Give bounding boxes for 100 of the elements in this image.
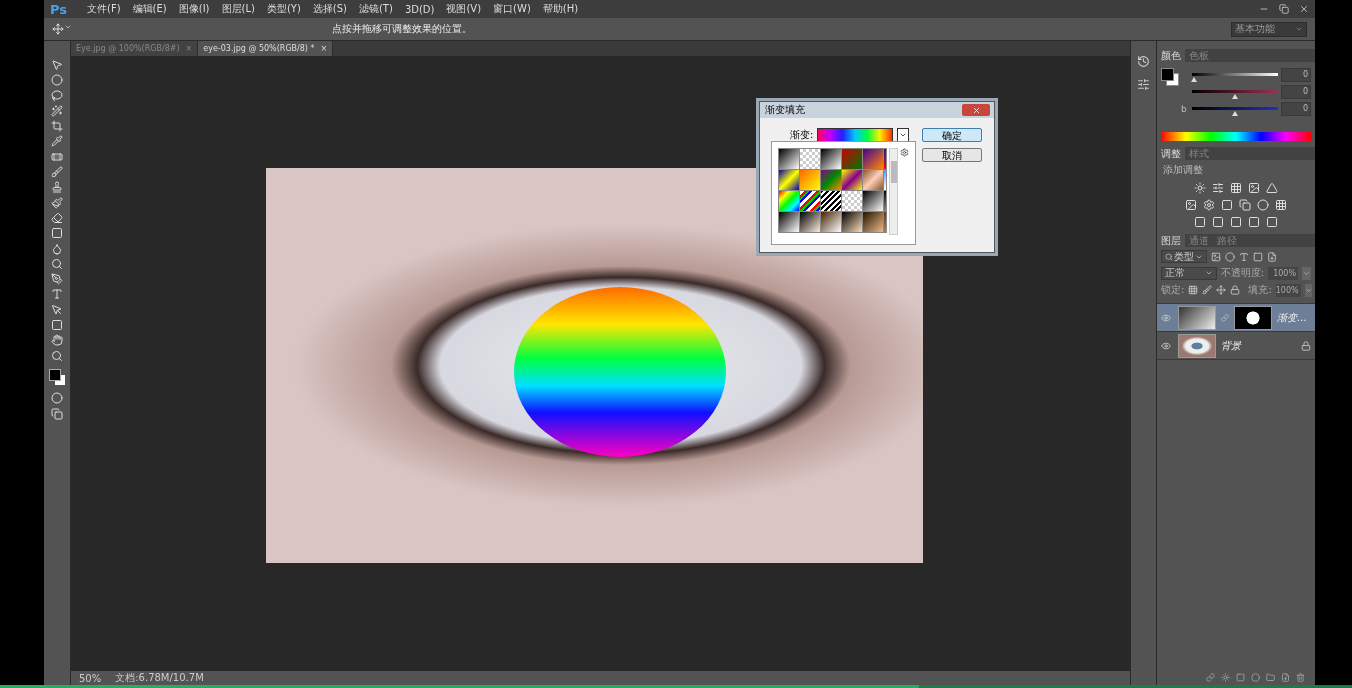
value-field[interactable]: 0 <box>1281 101 1311 116</box>
adjustment-icon[interactable] <box>1212 182 1224 194</box>
history-icon[interactable] <box>1137 55 1150 68</box>
adjustment-icon[interactable] <box>1239 199 1251 211</box>
menu-item[interactable]: 类型(Y) <box>266 2 301 16</box>
color-spectrum[interactable] <box>1161 132 1311 141</box>
panel-tab[interactable]: 调整 <box>1157 147 1185 160</box>
gradient-swatch[interactable] <box>863 170 883 190</box>
menu-item[interactable]: 帮助(H) <box>542 2 579 16</box>
panel-tab[interactable]: 颜色 <box>1157 49 1185 62</box>
lock-icon[interactable] <box>1230 285 1241 295</box>
panel-tab[interactable]: 图层 <box>1157 234 1185 247</box>
gradient-swatch[interactable] <box>842 212 862 232</box>
gradient-swatch[interactable] <box>842 149 862 169</box>
type-icon[interactable] <box>51 288 63 301</box>
rectangle-icon[interactable] <box>51 319 63 332</box>
gradient-swatch[interactable] <box>821 191 841 211</box>
dropdown-icon[interactable] <box>1302 266 1311 280</box>
magic-wand-icon[interactable] <box>51 104 63 117</box>
menu-item[interactable]: 3D(D) <box>404 3 435 15</box>
blend-mode-dropdown[interactable]: 正常 <box>1161 266 1217 280</box>
gradient-swatch[interactable] <box>779 212 799 232</box>
bandage-icon[interactable] <box>51 150 63 163</box>
menu-item[interactable]: 滤镜(T) <box>358 2 393 16</box>
stamp-icon[interactable] <box>51 181 63 194</box>
gradient-swatch[interactable] <box>800 149 820 169</box>
color-chips-icon[interactable] <box>1161 68 1177 88</box>
type-filter-icon[interactable] <box>1239 251 1249 262</box>
properties-icon[interactable] <box>1137 78 1150 91</box>
close-icon[interactable] <box>1299 4 1309 14</box>
gradient-swatch[interactable] <box>779 191 799 211</box>
trash-icon[interactable] <box>1296 673 1305 682</box>
smart-filter-icon[interactable] <box>1267 251 1277 262</box>
brush-icon[interactable] <box>1202 285 1213 295</box>
search-icon[interactable] <box>1165 252 1173 261</box>
hand-icon[interactable] <box>51 334 63 347</box>
slider-thumb[interactable] <box>1190 77 1197 82</box>
new-layer-icon[interactable] <box>1281 673 1290 682</box>
menu-item[interactable]: 选择(S) <box>312 2 347 16</box>
adjustment-icon[interactable] <box>1251 673 1260 682</box>
droplet-icon[interactable] <box>51 242 63 255</box>
gradient-swatch[interactable] <box>800 170 820 190</box>
path-select-icon[interactable] <box>51 303 63 316</box>
caret-icon[interactable] <box>1295 25 1303 33</box>
adjustment-icon[interactable] <box>1194 182 1206 194</box>
ellipse-select-icon[interactable] <box>51 74 63 87</box>
shape-filter-icon[interactable] <box>1253 251 1263 262</box>
gradient-swatch[interactable] <box>821 170 841 190</box>
zoom-icon[interactable] <box>51 349 63 362</box>
image-filter-icon[interactable] <box>1211 251 1221 262</box>
gradient-swatch[interactable] <box>821 149 841 169</box>
dialog-button[interactable]: 确定 <box>922 128 982 142</box>
menu-item[interactable]: 图像(I) <box>178 2 210 16</box>
lock-pixels-icon[interactable] <box>1188 285 1199 295</box>
gradient-swatch[interactable] <box>779 149 799 169</box>
gradient-swatch[interactable] <box>842 170 862 190</box>
gradient-swatch[interactable] <box>863 212 883 232</box>
crop-icon[interactable] <box>51 120 63 133</box>
close-button[interactable] <box>962 104 990 116</box>
eyedropper-icon[interactable] <box>51 135 63 148</box>
gradient-swatch[interactable] <box>800 191 820 211</box>
menu-item[interactable]: 编辑(E) <box>132 2 167 16</box>
layer-row[interactable]: 背景 <box>1157 332 1315 360</box>
tab-close[interactable]: × <box>320 44 328 53</box>
brush-icon[interactable] <box>51 166 63 179</box>
gradient-swatch[interactable] <box>779 170 799 190</box>
menu-item[interactable]: 图层(L) <box>221 2 255 16</box>
close-icon[interactable] <box>971 105 981 115</box>
eraser-icon[interactable] <box>51 211 63 224</box>
document-tab[interactable]: eye-03.jpg @ 50%(RGB/8) * × <box>198 41 334 56</box>
filter-dropdown[interactable]: 类型 <box>1161 250 1207 263</box>
circle-filter-icon[interactable] <box>1225 251 1235 262</box>
slider-thumb[interactable] <box>1232 94 1238 99</box>
restore-icon[interactable] <box>1279 4 1289 14</box>
gear-icon[interactable] <box>900 148 909 157</box>
gradient-swatch[interactable] <box>800 212 820 232</box>
lasso-icon[interactable] <box>51 89 63 102</box>
slider-thumb[interactable] <box>1232 111 1238 116</box>
link-icon[interactable] <box>1206 673 1215 682</box>
gradient-swatch[interactable] <box>863 149 883 169</box>
gradient-swatch[interactable] <box>821 212 841 232</box>
gradient-swatch[interactable] <box>842 191 862 211</box>
dialog-button[interactable]: 取消 <box>922 148 982 162</box>
menu-item[interactable]: 视图(V) <box>446 2 482 16</box>
value-field[interactable]: 0 <box>1281 67 1311 82</box>
folder-icon[interactable] <box>1266 673 1275 682</box>
history-brush-icon[interactable] <box>51 196 63 209</box>
value-field[interactable]: 0 <box>1281 84 1311 99</box>
color-swatches-icon[interactable] <box>49 368 65 385</box>
gradient-swatch[interactable] <box>863 191 883 211</box>
move-icon[interactable] <box>1216 285 1227 295</box>
pen-icon[interactable] <box>51 273 63 286</box>
menu-item[interactable]: 文件(F) <box>87 2 121 16</box>
workspace-dropdown[interactable]: 基本功能 <box>1231 21 1307 37</box>
menu-item[interactable]: 窗口(W) <box>493 2 531 16</box>
lock-icon[interactable] <box>1301 340 1311 351</box>
caret-icon[interactable] <box>64 23 72 31</box>
scrollbar[interactable] <box>889 148 898 235</box>
visibility-eye-icon[interactable] <box>1161 340 1171 351</box>
dropdown-icon[interactable] <box>1304 283 1312 297</box>
